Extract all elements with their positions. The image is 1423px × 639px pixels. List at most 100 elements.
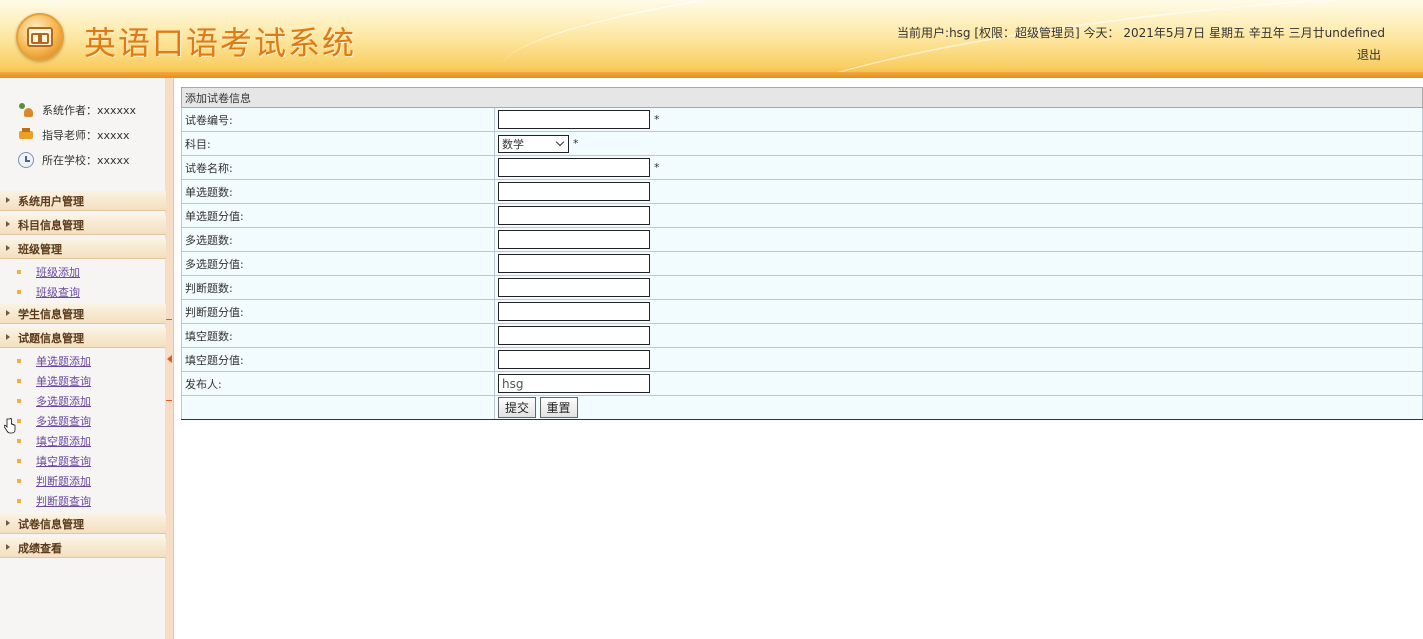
- judge-count-input[interactable]: [498, 278, 650, 297]
- class-query-link[interactable]: 班级查询: [36, 284, 80, 300]
- menu-question-management[interactable]: 试题信息管理: [0, 328, 166, 348]
- paper-name-label: 试卷名称:: [181, 155, 495, 180]
- main-content: 添加试卷信息 试卷编号: * 科目: 数学 * 试卷名称: * 单选题数: 单选…: [181, 87, 1423, 420]
- caret-right-icon: [6, 544, 10, 550]
- publisher-label: 发布人:: [181, 371, 495, 396]
- reset-button[interactable]: 重置: [539, 397, 578, 418]
- menu-label: 班级管理: [18, 242, 62, 256]
- current-user-info: 当前用户:hsg [权限：超级管理员] 今天： 2021年5月7日 星期五 辛丑…: [897, 26, 1385, 40]
- required-mark: *: [654, 113, 660, 126]
- single-score-input[interactable]: [498, 206, 650, 225]
- required-mark: *: [573, 137, 579, 150]
- fill-count-input[interactable]: [498, 326, 650, 345]
- single-add-link[interactable]: 单选题添加: [36, 353, 91, 369]
- clock-icon: [18, 152, 34, 168]
- single-count-label: 单选题数:: [181, 179, 495, 204]
- caret-right-icon: [6, 221, 10, 227]
- bullet-icon: [17, 359, 21, 363]
- form-row: 单选题数:: [181, 179, 1423, 204]
- judge-add-link[interactable]: 判断题添加: [36, 473, 91, 489]
- single-query-link[interactable]: 单选题查询: [36, 373, 91, 389]
- menu-label: 试卷信息管理: [18, 517, 84, 531]
- judge-score-label: 判断题分值:: [181, 299, 495, 324]
- bullet-icon: [17, 479, 21, 483]
- menu-user-management[interactable]: 系统用户管理: [0, 191, 166, 211]
- menu-label: 成绩查看: [18, 541, 62, 555]
- subject-select[interactable]: 数学: [498, 134, 569, 153]
- submenu-judge-query: 判断题查询: [0, 492, 166, 510]
- caret-right-icon: [6, 310, 10, 316]
- form-caption: 添加试卷信息: [181, 87, 1423, 108]
- fill-score-label: 填空题分值:: [181, 347, 495, 372]
- menu-label: 系统用户管理: [18, 194, 84, 208]
- collapse-arrow-icon[interactable]: [167, 355, 172, 363]
- submenu-class-query: 班级查询: [0, 283, 166, 301]
- publisher-input[interactable]: [498, 374, 650, 393]
- header-bottom-bar: [0, 72, 1423, 78]
- form-row: 填空题数:: [181, 323, 1423, 348]
- menu-label: 科目信息管理: [18, 218, 84, 232]
- required-mark: *: [654, 161, 660, 174]
- teacher-label: 指导老师：xxxxx: [42, 129, 130, 142]
- teacher-info: 指导老师：xxxxx: [18, 126, 130, 144]
- bullet-icon: [17, 379, 21, 383]
- bullet-icon: [17, 399, 21, 403]
- multi-count-label: 多选题数:: [181, 227, 495, 252]
- app-logo-icon: [16, 13, 64, 61]
- single-count-input[interactable]: [498, 182, 650, 201]
- form-row: 判断题数:: [181, 275, 1423, 300]
- hand-cursor-icon: [4, 418, 16, 434]
- fill-add-link[interactable]: 填空题添加: [36, 433, 91, 449]
- fill-query-link[interactable]: 填空题查询: [36, 453, 91, 469]
- submenu-class-add: 班级添加: [0, 263, 166, 281]
- bullet-icon: [17, 419, 21, 423]
- caret-right-icon: [6, 197, 10, 203]
- fill-score-input[interactable]: [498, 350, 650, 369]
- school-info: 所在学校：xxxxx: [18, 151, 130, 169]
- caret-right-icon: [6, 520, 10, 526]
- multi-count-input[interactable]: [498, 230, 650, 249]
- bullet-icon: [17, 290, 21, 294]
- subject-selected-value: 数学: [502, 137, 524, 151]
- submenu-fill-query: 填空题查询: [0, 452, 166, 470]
- form-row: 单选题分值:: [181, 203, 1423, 228]
- menu-score-view[interactable]: 成绩查看: [0, 538, 166, 558]
- form-row: 试卷名称: *: [181, 155, 1423, 180]
- school-label: 所在学校：xxxxx: [42, 154, 130, 167]
- form-row: 多选题分值:: [181, 251, 1423, 276]
- multi-query-link[interactable]: 多选题查询: [36, 413, 91, 429]
- menu-paper-management[interactable]: 试卷信息管理: [0, 514, 166, 534]
- bullet-icon: [17, 439, 21, 443]
- add-paper-form: 添加试卷信息 试卷编号: * 科目: 数学 * 试卷名称: * 单选题数: 单选…: [181, 87, 1423, 420]
- menu-subject-management[interactable]: 科目信息管理: [0, 215, 166, 235]
- menu-student-management[interactable]: 学生信息管理: [0, 304, 166, 324]
- teacher-icon: [18, 127, 34, 143]
- multi-score-input[interactable]: [498, 254, 650, 273]
- logout-link[interactable]: 退出: [1357, 46, 1381, 63]
- class-add-link[interactable]: 班级添加: [36, 264, 80, 280]
- judge-count-label: 判断题数:: [181, 275, 495, 300]
- subject-label: 科目:: [181, 131, 495, 156]
- form-row: 多选题数:: [181, 227, 1423, 252]
- submenu-single-query: 单选题查询: [0, 372, 166, 390]
- judge-query-link[interactable]: 判断题查询: [36, 493, 91, 509]
- form-row: 科目: 数学 *: [181, 131, 1423, 156]
- people-icon: [18, 102, 34, 118]
- submenu-multi-query: 多选题查询: [0, 412, 166, 430]
- author-info: 系统作者：xxxxxx: [18, 101, 136, 119]
- chevron-down-icon: [555, 137, 565, 146]
- submit-button[interactable]: 提交: [498, 397, 537, 418]
- submenu-single-add: 单选题添加: [0, 352, 166, 370]
- sidebar-splitter[interactable]: [166, 78, 174, 639]
- paper-no-label: 试卷编号:: [181, 107, 495, 132]
- menu-label: 学生信息管理: [18, 307, 84, 321]
- multi-score-label: 多选题分值:: [181, 251, 495, 276]
- menu-class-management[interactable]: 班级管理: [0, 239, 166, 259]
- paper-no-input[interactable]: [498, 110, 650, 129]
- actions-spacer: [181, 395, 495, 420]
- form-row: 发布人:: [181, 371, 1423, 396]
- paper-name-input[interactable]: [498, 158, 650, 177]
- judge-score-input[interactable]: [498, 302, 650, 321]
- multi-add-link[interactable]: 多选题添加: [36, 393, 91, 409]
- bullet-icon: [17, 459, 21, 463]
